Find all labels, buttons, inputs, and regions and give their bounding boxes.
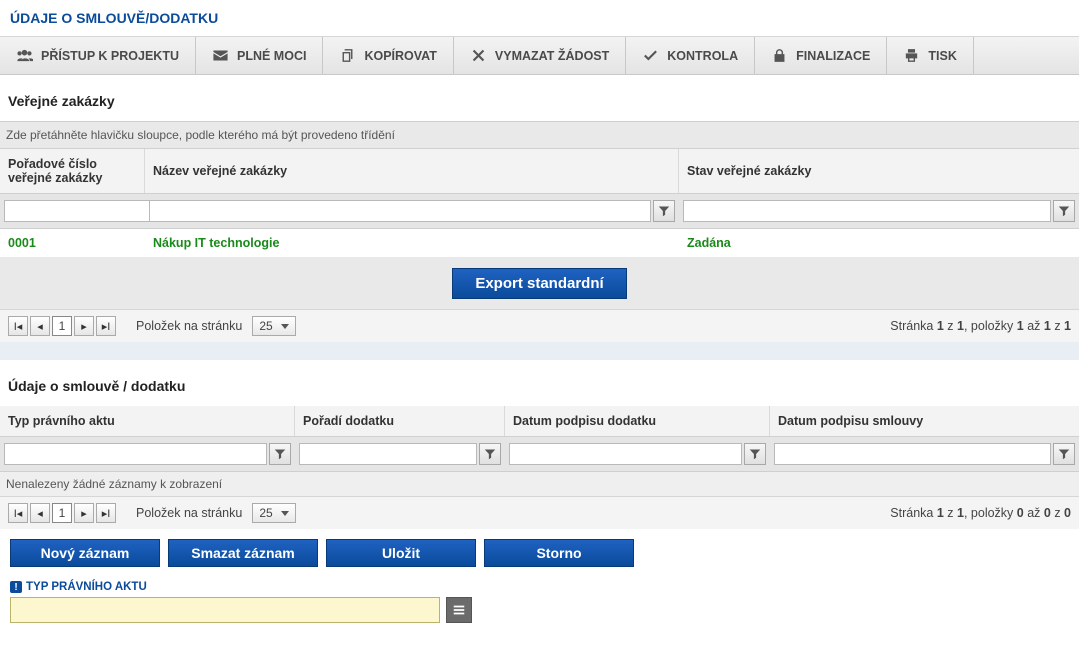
filter-icon bbox=[749, 448, 761, 460]
page-title: ÚDAJE O SMLOUVĚ/DODATKU bbox=[0, 0, 1079, 37]
pager2-pagesize-value: 25 bbox=[259, 506, 272, 520]
people-icon bbox=[16, 47, 33, 64]
lock-icon bbox=[771, 47, 788, 64]
filter-name-button[interactable] bbox=[653, 200, 675, 222]
form-area: ! TYP PRÁVNÍHO AKTU bbox=[0, 581, 1079, 663]
filter-order-input[interactable] bbox=[299, 443, 477, 465]
pager2-summary: Stránka 1 z 1, položky 0 až 0 z 0 bbox=[890, 506, 1071, 520]
filter-signadd-button[interactable] bbox=[744, 443, 766, 465]
check-icon bbox=[642, 47, 659, 64]
pager2-page-number[interactable]: 1 bbox=[52, 503, 72, 523]
toolbar-powers[interactable]: PLNÉ MOCI bbox=[196, 37, 323, 74]
pager-1: I◂ ◂ 1 ▸ ▸I Položek na stránku 25 Stránk… bbox=[0, 309, 1079, 342]
export-standard-button[interactable]: Export standardní bbox=[452, 268, 626, 299]
col-header-signctr[interactable]: Datum podpisu smlouvy bbox=[770, 406, 1079, 436]
pager-2: I◂ ◂ 1 ▸ ▸I Položek na stránku 25 Stránk… bbox=[0, 496, 1079, 529]
grid-addenda: Typ právního aktu Pořadí dodatku Datum p… bbox=[0, 406, 1079, 472]
cell-name: Nákup IT technologie bbox=[145, 229, 679, 257]
type-field[interactable] bbox=[10, 597, 440, 623]
col-header-state[interactable]: Stav veřejné zakázky bbox=[679, 149, 1079, 193]
toolbar-finalize[interactable]: FINALIZACE bbox=[755, 37, 887, 74]
filter-type-button[interactable] bbox=[269, 443, 291, 465]
filter-state-input[interactable] bbox=[683, 200, 1051, 222]
table-row[interactable]: 0001 Nákup IT technologie Zadána bbox=[0, 229, 1079, 258]
pager-items-label: Položek na stránku bbox=[136, 319, 242, 333]
filter-name-input[interactable] bbox=[149, 200, 651, 222]
toolbar-copy[interactable]: KOPÍROVAT bbox=[323, 37, 453, 74]
section2-title: Údaje o smlouvě / dodatku bbox=[0, 360, 1079, 406]
field-label-type-text: TYP PRÁVNÍHO AKTU bbox=[26, 581, 147, 593]
toolbar-print-label: TISK bbox=[928, 49, 956, 63]
type-picker-button[interactable] bbox=[446, 597, 472, 623]
cell-ord: 0001 bbox=[0, 229, 145, 257]
col-header-order[interactable]: Pořadí dodatku bbox=[295, 406, 505, 436]
printer-icon bbox=[903, 47, 920, 64]
filter-icon bbox=[658, 205, 670, 217]
pager-prev-button[interactable]: ◂ bbox=[30, 316, 50, 336]
filter-icon bbox=[484, 448, 496, 460]
pager2-prev-button[interactable]: ◂ bbox=[30, 503, 50, 523]
toolbar-delete-label: VYMAZAT ŽÁDOST bbox=[495, 49, 609, 63]
delete-record-button[interactable]: Smazat záznam bbox=[168, 539, 318, 567]
col-header-name[interactable]: Název veřejné zakázky bbox=[145, 149, 679, 193]
pager2-first-button[interactable]: I◂ bbox=[8, 503, 28, 523]
pager2-next-button[interactable]: ▸ bbox=[74, 503, 94, 523]
pager2-items-label: Položek na stránku bbox=[136, 506, 242, 520]
toolbar-copy-label: KOPÍROVAT bbox=[364, 49, 436, 63]
pager2-pagesize-select[interactable]: 25 bbox=[252, 503, 295, 523]
toolbar-access[interactable]: PŘÍSTUP K PROJEKTU bbox=[0, 37, 196, 74]
toolbar: PŘÍSTUP K PROJEKTU PLNÉ MOCI KOPÍROVAT V… bbox=[0, 37, 1079, 75]
toolbar-powers-label: PLNÉ MOCI bbox=[237, 49, 306, 63]
filter-icon bbox=[1058, 448, 1070, 460]
filter-signadd-input[interactable] bbox=[509, 443, 742, 465]
filter-signctr-input[interactable] bbox=[774, 443, 1051, 465]
col-header-signadd[interactable]: Datum podpisu dodatku bbox=[505, 406, 770, 436]
cross-icon bbox=[470, 47, 487, 64]
pager-next-button[interactable]: ▸ bbox=[74, 316, 94, 336]
action-bar: Nový záznam Smazat záznam Uložit Storno bbox=[0, 529, 1079, 581]
pager-last-button[interactable]: ▸I bbox=[96, 316, 116, 336]
toolbar-check[interactable]: KONTROLA bbox=[626, 37, 755, 74]
new-record-button[interactable]: Nový záznam bbox=[10, 539, 160, 567]
pager-first-button[interactable]: I◂ bbox=[8, 316, 28, 336]
list-icon bbox=[452, 603, 466, 617]
save-button[interactable]: Uložit bbox=[326, 539, 476, 567]
pager-page-number[interactable]: 1 bbox=[52, 316, 72, 336]
filter-state-button[interactable] bbox=[1053, 200, 1075, 222]
filter-type-input[interactable] bbox=[4, 443, 267, 465]
envelope-icon bbox=[212, 47, 229, 64]
pager2-last-button[interactable]: ▸I bbox=[96, 503, 116, 523]
cell-state: Zadána bbox=[679, 229, 1079, 257]
cancel-button[interactable]: Storno bbox=[484, 539, 634, 567]
pager-pagesize-select[interactable]: 25 bbox=[252, 316, 295, 336]
required-icon: ! bbox=[10, 581, 22, 593]
chevron-down-icon bbox=[281, 511, 289, 516]
pager-summary: Stránka 1 z 1, položky 1 až 1 z 1 bbox=[890, 319, 1071, 333]
filter-icon bbox=[274, 448, 286, 460]
col-header-type[interactable]: Typ právního aktu bbox=[0, 406, 295, 436]
group-by-hint[interactable]: Zde přetáhněte hlavičku sloupce, podle k… bbox=[0, 121, 1079, 149]
grid-contracts: Pořadové číslo veřejné zakázky Název veř… bbox=[0, 149, 1079, 258]
filter-signctr-button[interactable] bbox=[1053, 443, 1075, 465]
copy-icon bbox=[339, 47, 356, 64]
toolbar-access-label: PŘÍSTUP K PROJEKTU bbox=[41, 49, 179, 63]
field-label-type: ! TYP PRÁVNÍHO AKTU bbox=[10, 581, 1069, 593]
section1-title: Veřejné zakázky bbox=[0, 75, 1079, 121]
toolbar-check-label: KONTROLA bbox=[667, 49, 738, 63]
filter-icon bbox=[1058, 205, 1070, 217]
filter-order-button[interactable] bbox=[479, 443, 501, 465]
pager-pagesize-value: 25 bbox=[259, 319, 272, 333]
toolbar-finalize-label: FINALIZACE bbox=[796, 49, 870, 63]
toolbar-delete[interactable]: VYMAZAT ŽÁDOST bbox=[454, 37, 626, 74]
no-records-message: Nenalezeny žádné záznamy k zobrazení bbox=[0, 472, 1079, 496]
chevron-down-icon bbox=[281, 324, 289, 329]
toolbar-print[interactable]: TISK bbox=[887, 37, 973, 74]
col-header-ord[interactable]: Pořadové číslo veřejné zakázky bbox=[0, 149, 145, 193]
